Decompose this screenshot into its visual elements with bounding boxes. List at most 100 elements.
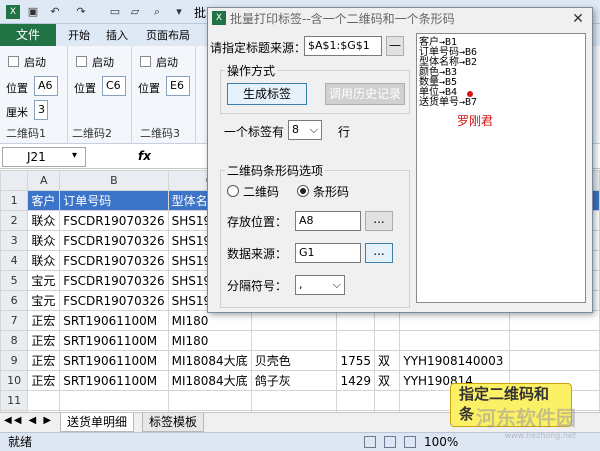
store-position-input[interactable]: A8 — [295, 211, 361, 231]
row-header[interactable]: 1 — [0, 190, 29, 211]
page-layout-view-icon[interactable] — [384, 436, 396, 448]
cell[interactable]: 联众 — [27, 210, 61, 231]
cell[interactable]: 宝元 — [27, 290, 61, 311]
cell[interactable]: 双 — [374, 370, 401, 391]
function-icon[interactable]: fx — [138, 149, 151, 163]
enable-checkbox-3[interactable] — [140, 56, 151, 67]
page-break-view-icon[interactable] — [404, 436, 416, 448]
cell[interactable]: 联众 — [27, 250, 61, 271]
cell[interactable] — [509, 330, 600, 351]
cell[interactable]: FSCDR19070326 — [59, 250, 169, 271]
cell[interactable]: 宝元 — [27, 270, 61, 291]
column-header[interactable]: B — [59, 170, 169, 191]
redo-icon[interactable]: ↷ — [74, 5, 88, 19]
cell[interactable]: MI18084大底 — [167, 370, 252, 391]
cell[interactable] — [250, 390, 338, 411]
row-header[interactable]: 9 — [0, 350, 29, 371]
cell[interactable]: 订单号码 — [59, 190, 169, 211]
cell[interactable]: 正宏 — [27, 350, 61, 371]
open-icon[interactable]: ▱ — [128, 5, 142, 19]
cell[interactable] — [59, 390, 169, 411]
cell[interactable] — [374, 330, 401, 351]
row-header[interactable]: 7 — [0, 310, 29, 331]
store-position-browse-button[interactable]: ... — [365, 211, 393, 231]
cell[interactable]: SRT19061100M — [59, 370, 169, 391]
row-header[interactable]: 10 — [0, 370, 29, 391]
radio-barcode[interactable] — [297, 185, 309, 197]
cell[interactable]: 双 — [374, 350, 401, 371]
enable-checkbox-2[interactable] — [76, 56, 87, 67]
row-header[interactable]: 11 — [0, 390, 29, 411]
cell[interactable] — [399, 330, 511, 351]
cell[interactable] — [509, 310, 600, 331]
cell[interactable] — [250, 310, 338, 331]
cell[interactable]: YYH1908140003 — [399, 350, 511, 371]
print-preview-icon[interactable]: ⌕ — [150, 5, 164, 19]
cell[interactable] — [336, 390, 376, 411]
history-button[interactable]: 调用历史记录 — [325, 83, 405, 105]
row-header[interactable]: 8 — [0, 330, 29, 351]
cell[interactable]: 1755 — [336, 350, 376, 371]
data-source-browse-button[interactable]: ... — [365, 243, 393, 263]
cell[interactable]: 联众 — [27, 230, 61, 251]
quick-access-more-icon[interactable]: ▾ — [172, 5, 186, 19]
cell[interactable] — [509, 350, 600, 371]
cell[interactable] — [374, 390, 401, 411]
cell[interactable]: 正宏 — [27, 370, 61, 391]
cell[interactable] — [250, 330, 338, 351]
tab-insert[interactable]: 插入 — [100, 26, 134, 46]
row-header[interactable]: 6 — [0, 290, 29, 311]
undo-icon[interactable]: ↶ — [48, 5, 62, 19]
cell[interactable]: 鸽子灰 — [250, 370, 338, 391]
new-file-icon[interactable]: ▭ — [108, 5, 122, 19]
row-header[interactable]: 2 — [0, 210, 29, 231]
save-icon[interactable]: ▣ — [26, 5, 40, 19]
normal-view-icon[interactable] — [364, 436, 376, 448]
cell[interactable]: FSCDR19070326 — [59, 210, 169, 231]
close-icon[interactable]: ✕ — [570, 11, 586, 27]
cell[interactable]: FSCDR19070326 — [59, 230, 169, 251]
sheet-nav-icon[interactable]: ◀◀ ◀ ▶ — [4, 415, 53, 426]
collapse-range-button[interactable]: — — [386, 36, 404, 56]
separator-select[interactable]: , ⌵ — [295, 275, 345, 295]
position-input-3[interactable]: E6 — [166, 76, 190, 96]
tab-page-layout[interactable]: 页面布局 — [140, 26, 196, 46]
data-source-input[interactable]: G1 — [295, 243, 361, 263]
cell[interactable]: 正宏 — [27, 330, 61, 351]
cell[interactable]: SRT19061100M — [59, 310, 169, 331]
position-input-1[interactable]: A6 — [34, 76, 58, 96]
enable-checkbox-1[interactable] — [8, 56, 19, 67]
zoom-level[interactable]: 100% — [424, 433, 458, 451]
cell[interactable]: MI18084大底 — [167, 350, 252, 371]
cell[interactable]: MI180 — [167, 310, 252, 331]
title-source-input[interactable]: $A$1:$G$1 — [304, 36, 382, 56]
name-box-dropdown-icon[interactable]: ▾ — [72, 150, 77, 161]
rows-per-label-select[interactable]: 8 ⌵ — [288, 120, 322, 140]
sheet-tab-template[interactable]: 标签模板 — [142, 413, 205, 432]
cell[interactable] — [167, 390, 252, 411]
cell[interactable]: 1429 — [336, 370, 376, 391]
tab-home[interactable]: 开始 — [62, 26, 96, 46]
cell[interactable] — [399, 310, 511, 331]
row-header[interactable]: 5 — [0, 270, 29, 291]
row-header[interactable]: 3 — [0, 230, 29, 251]
cell[interactable] — [374, 310, 401, 331]
cell[interactable]: FSCDR19070326 — [59, 290, 169, 311]
radio-qr[interactable] — [227, 185, 239, 197]
sheet-tab-delivery[interactable]: 送货单明细 — [60, 413, 135, 432]
size-input-1[interactable]: 3 — [34, 100, 48, 120]
tab-file[interactable]: 文件 — [0, 24, 56, 46]
cell[interactable] — [336, 330, 376, 351]
corner-cell[interactable] — [0, 170, 29, 191]
row-header[interactable]: 4 — [0, 250, 29, 271]
cell[interactable]: SRT19061100M — [59, 350, 169, 371]
cell[interactable]: MI180 — [167, 330, 252, 351]
cell[interactable] — [336, 310, 376, 331]
generate-labels-button[interactable]: 生成标签 — [227, 83, 307, 105]
cell[interactable]: SRT19061100M — [59, 330, 169, 351]
cell[interactable]: 正宏 — [27, 310, 61, 331]
cell[interactable]: 贝壳色 — [250, 350, 338, 371]
cell[interactable] — [27, 390, 61, 411]
cell[interactable]: 客户 — [27, 190, 61, 211]
cell[interactable]: FSCDR19070326 — [59, 270, 169, 291]
